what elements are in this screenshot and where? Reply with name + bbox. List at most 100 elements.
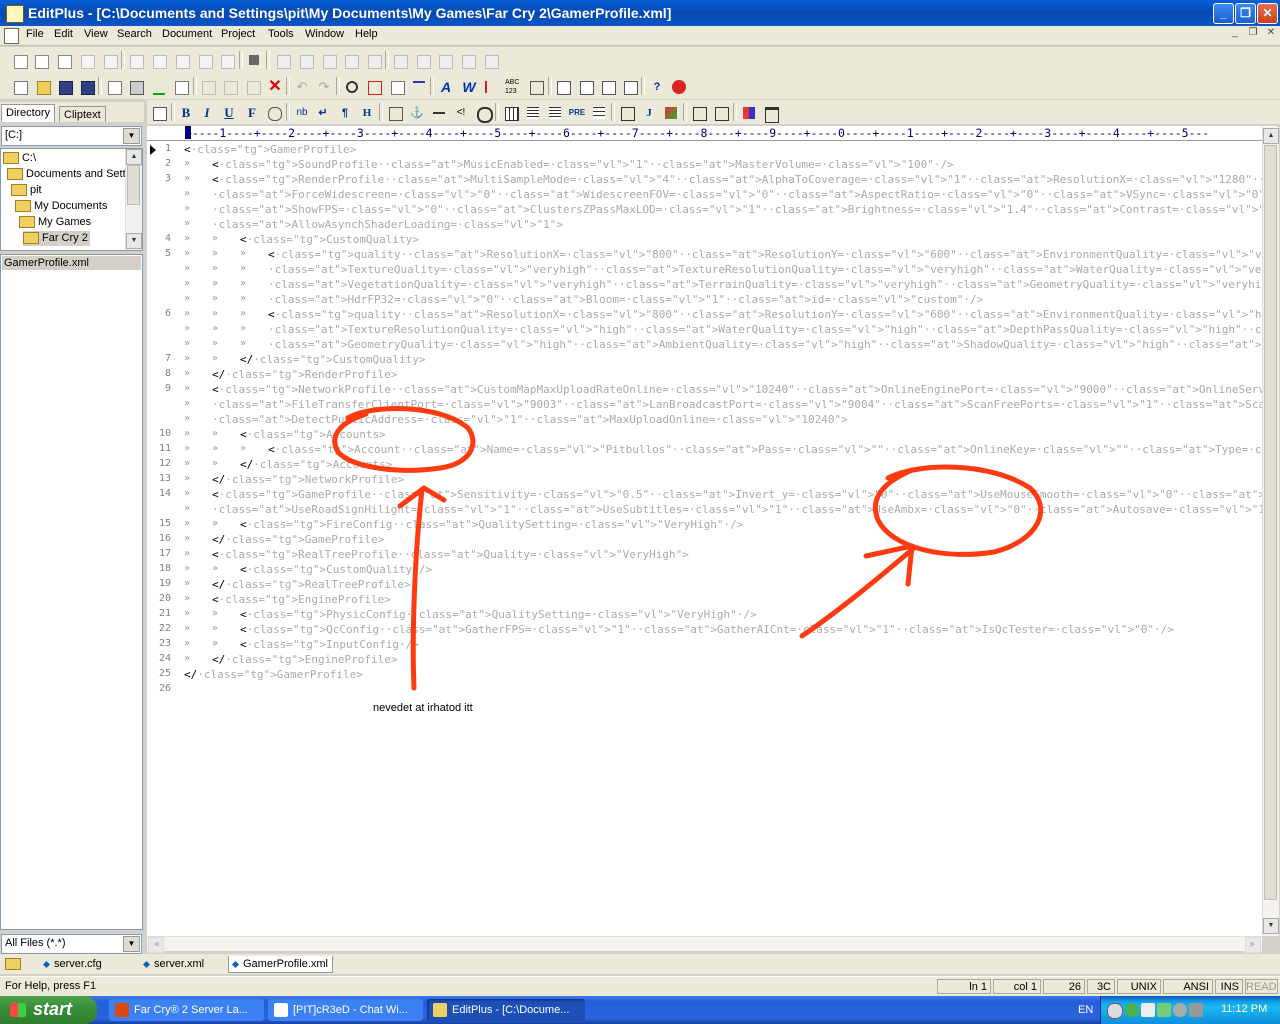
match-tag-icon[interactable] — [711, 103, 731, 123]
print-preview-icon[interactable] — [104, 77, 124, 97]
new-file-icon[interactable] — [10, 77, 30, 97]
hammer-tool-9-icon[interactable] — [458, 51, 478, 71]
center-icon[interactable] — [523, 103, 543, 123]
scroll-down-icon[interactable]: ▼ — [1263, 918, 1279, 934]
code-line[interactable]: </·class="tg">NetworkProfile> — [212, 473, 404, 486]
code-line[interactable]: <·class="tg">FireConfig··class="at">Qual… — [240, 518, 743, 531]
menu-view[interactable]: View — [84, 28, 108, 40]
code-line[interactable]: <·class="tg">quality··class="at">Resolut… — [268, 248, 1262, 261]
font-icon[interactable]: A — [436, 77, 456, 97]
list-icon[interactable] — [589, 103, 609, 123]
tab-server-cfg[interactable]: server.cfg — [40, 956, 106, 972]
code-line[interactable]: <·class="tg">GamerProfile> — [184, 143, 356, 156]
chevron-down-icon[interactable]: ▼ — [123, 128, 140, 144]
editplus-app-icon[interactable] — [6, 5, 24, 23]
hammer-tool-1-icon[interactable] — [273, 51, 293, 71]
stop-icon[interactable] — [669, 77, 689, 97]
menu-tools[interactable]: Tools — [268, 28, 294, 40]
hr-icon[interactable] — [429, 103, 449, 123]
hammer-tool-6-icon[interactable] — [390, 51, 410, 71]
code-line[interactable]: </·class="tg">RealTreeProfile> — [212, 578, 411, 591]
column-select-icon[interactable] — [526, 77, 546, 97]
code-line[interactable]: </·class="tg">CustomQuality> — [240, 353, 425, 366]
tray-display-icon[interactable] — [1141, 1003, 1155, 1017]
ruler-toggle-icon[interactable]: ABC 123 — [504, 77, 524, 97]
code-line[interactable]: </·class="tg">GamerProfile> — [184, 668, 363, 681]
print-icon[interactable] — [126, 77, 146, 97]
minimize-button[interactable]: _ — [1213, 3, 1234, 24]
hammer-tool-5-icon[interactable] — [364, 51, 384, 71]
pre-icon[interactable]: PRE — [567, 103, 587, 123]
scroll-up-icon[interactable]: ▲ — [1263, 128, 1279, 144]
user-tool-6-icon[interactable] — [126, 51, 146, 71]
javascript-icon[interactable]: J — [639, 103, 659, 123]
user-tool-10-icon[interactable] — [217, 51, 237, 71]
style-icon[interactable] — [661, 103, 681, 123]
tab-cliptext[interactable]: Cliptext — [59, 106, 106, 122]
save-icon[interactable] — [55, 77, 75, 97]
line-number-icon[interactable] — [481, 77, 501, 97]
cut-icon[interactable] — [198, 77, 218, 97]
close-button[interactable]: ✕ — [1257, 3, 1278, 24]
tray-volume-icon[interactable] — [1173, 1003, 1187, 1017]
tree-item-my-documents[interactable]: My Documents — [15, 199, 107, 214]
hammer-tool-3-icon[interactable] — [319, 51, 339, 71]
code-line[interactable]: <·class="tg">RenderProfile··class="at">M… — [212, 173, 1262, 186]
user-tool-9-icon[interactable] — [195, 51, 215, 71]
spell-check-icon[interactable] — [149, 77, 169, 97]
directory-window-icon[interactable] — [553, 77, 573, 97]
underline-icon[interactable]: U — [219, 103, 239, 123]
code-line[interactable]: </·class="tg">GameProfile> — [212, 533, 384, 546]
tab-directory[interactable]: Directory — [1, 104, 56, 122]
mdi-close-icon[interactable]: ✕ — [1264, 27, 1278, 41]
html-preview-icon[interactable] — [149, 103, 169, 123]
copy-icon[interactable] — [220, 77, 240, 97]
color-picker-icon[interactable] — [739, 103, 759, 123]
code-line[interactable]: <·class="tg">quality··class="at">Resolut… — [268, 308, 1262, 321]
file-list-item[interactable]: GamerProfile.xml — [2, 256, 141, 270]
save-all-icon[interactable] — [77, 77, 97, 97]
undo-icon[interactable]: ↶ — [292, 77, 312, 97]
paste-icon[interactable] — [243, 77, 263, 97]
user-tool-1-icon[interactable] — [10, 51, 30, 71]
menu-edit[interactable]: Edit — [54, 28, 73, 40]
hammer-tool-2-icon[interactable] — [296, 51, 316, 71]
insert-tag-icon[interactable] — [689, 103, 709, 123]
menu-window[interactable]: Window — [305, 28, 344, 40]
tree-item-c-drive[interactable]: C:\ — [3, 151, 36, 166]
task-chat-window[interactable]: [PIT]cR3eD - Chat Wi... — [268, 999, 423, 1021]
mdi-restore-icon[interactable]: ❐ — [1246, 27, 1260, 41]
code-line[interactable]: <·class="tg">RealTreeProfile··class="at"… — [212, 548, 689, 561]
language-indicator[interactable]: EN — [1078, 1004, 1093, 1016]
code-line[interactable]: <·class="tg">CustomQuality> — [240, 233, 419, 246]
task-far-cry-server[interactable]: Far Cry® 2 Server La... — [109, 999, 264, 1021]
scroll-thumb[interactable] — [127, 165, 140, 205]
user-tool-4-icon[interactable] — [77, 51, 97, 71]
user-tool-3-icon[interactable] — [54, 51, 74, 71]
help-icon[interactable]: ? — [647, 77, 667, 97]
menu-file[interactable]: File — [26, 28, 44, 40]
folder-icon[interactable] — [5, 958, 21, 970]
tree-item-far-cry-2[interactable]: Far Cry 2 — [23, 231, 90, 246]
code-line[interactable]: <·class="tg">PhysicConfig··class="at">Qu… — [240, 608, 757, 621]
comment-icon[interactable]: <! — [451, 103, 471, 123]
code-line[interactable]: <·class="tg">InputConfig·/> — [240, 638, 419, 651]
fullscreen-icon[interactable] — [620, 77, 640, 97]
italic-icon[interactable]: I — [197, 103, 217, 123]
code-line[interactable]: ·class="at">FileTransferClientPort=·clas… — [212, 398, 1262, 411]
file-filter-select[interactable]: All Files (*.*) ▼ — [1, 934, 142, 954]
tab-gamerprofile-xml[interactable]: GamerProfile.xml — [228, 956, 333, 973]
code-line[interactable]: ·class="at">VegetationQuality=·class="vl… — [268, 278, 1262, 291]
align-icon[interactable] — [545, 103, 565, 123]
tree-item-my-games[interactable]: My Games — [19, 215, 91, 230]
drive-select[interactable]: [C:] ▼ — [1, 126, 142, 146]
tree-scrollbar[interactable]: ▲ ▼ — [125, 149, 142, 250]
code-line[interactable]: ·class="at">ShowFPS=·class="vl">"0"··cla… — [212, 203, 1262, 216]
code-line[interactable]: ·class="at">GeometryQuality=·class="vl">… — [268, 338, 1262, 351]
find-in-files-icon[interactable] — [387, 77, 407, 97]
output-window-icon[interactable] — [598, 77, 618, 97]
scroll-down-icon[interactable]: ▼ — [126, 233, 142, 249]
word-wrap-icon[interactable]: W — [459, 77, 479, 97]
scroll-up-icon[interactable]: ▲ — [126, 149, 142, 165]
user-tool-7-icon[interactable] — [149, 51, 169, 71]
